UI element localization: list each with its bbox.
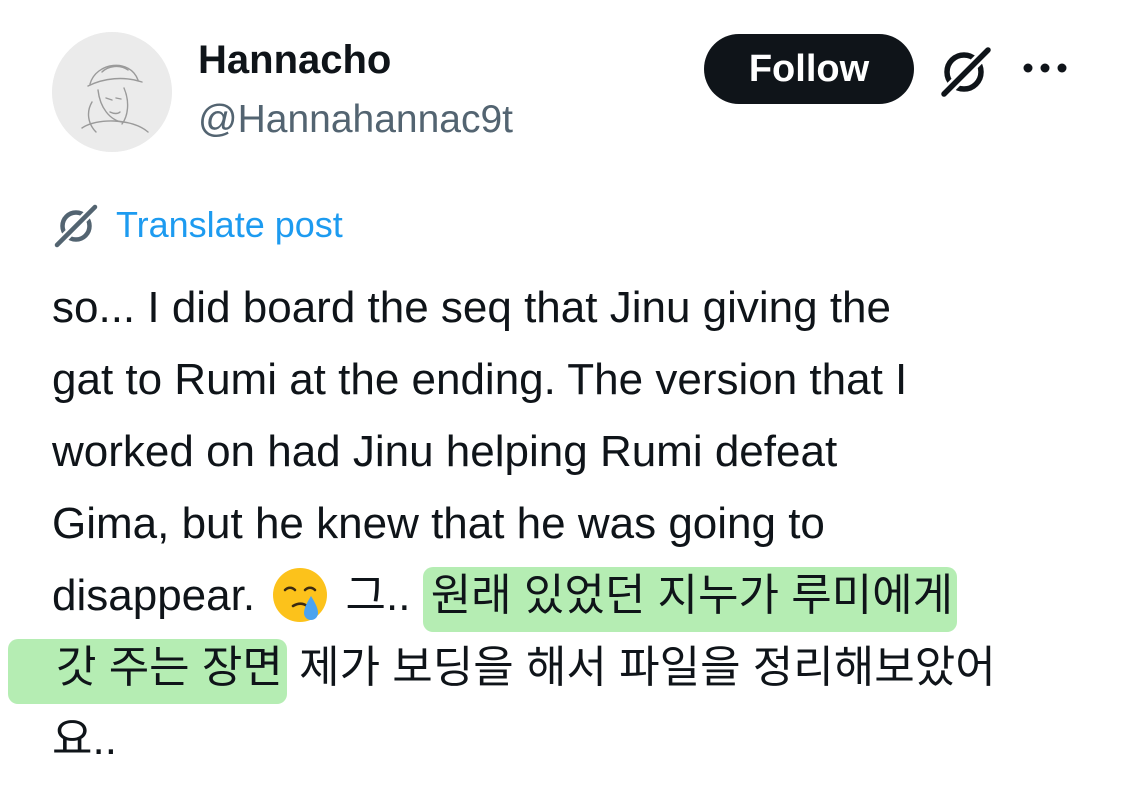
post-line: 갓 주는 장면 제가 보딩을 해서 파일을 정리해보았어 xyxy=(8,632,1112,704)
post-text-segment: disappear. xyxy=(52,571,256,620)
highlighted-text: 갓 주는 장면 xyxy=(8,639,287,704)
post-line: gat to Rumi at the ending. The version t… xyxy=(52,355,908,404)
post-line: 요.. xyxy=(52,715,117,764)
post-text-segment: 제가 보딩을 해서 파일을 정리해보았어 xyxy=(299,643,996,692)
follow-button[interactable]: Follow xyxy=(704,34,914,104)
post-text: so... I did board the seq that Jinu givi… xyxy=(8,272,1112,776)
grok-icon xyxy=(52,201,100,250)
post-line: disappear. 그.. 원래 있었던 지누가 루미에게 xyxy=(52,560,1112,632)
highlighted-text: 원래 있었던 지누가 루미에게 xyxy=(422,567,958,632)
post-line: Gima, but he knew that he was going to xyxy=(52,499,825,548)
post-line: so... I did board the seq that Jinu givi… xyxy=(52,283,891,332)
avatar-sketch-image xyxy=(52,32,172,152)
translate-post-label: Translate post xyxy=(116,204,343,245)
author-handle[interactable]: @Hannahannac9t xyxy=(198,98,513,142)
translate-post-link[interactable]: Translate post xyxy=(52,200,343,250)
post-text-segment: 그.. xyxy=(345,571,411,620)
face-holding-back-tears-emoji xyxy=(271,566,329,624)
more-icon[interactable] xyxy=(1020,56,1070,80)
author-display-name[interactable]: Hannacho xyxy=(198,38,391,83)
post-line: worked on had Jinu helping Rumi defeat xyxy=(52,427,838,476)
grok-icon[interactable] xyxy=(938,44,994,100)
avatar[interactable] xyxy=(52,32,172,152)
